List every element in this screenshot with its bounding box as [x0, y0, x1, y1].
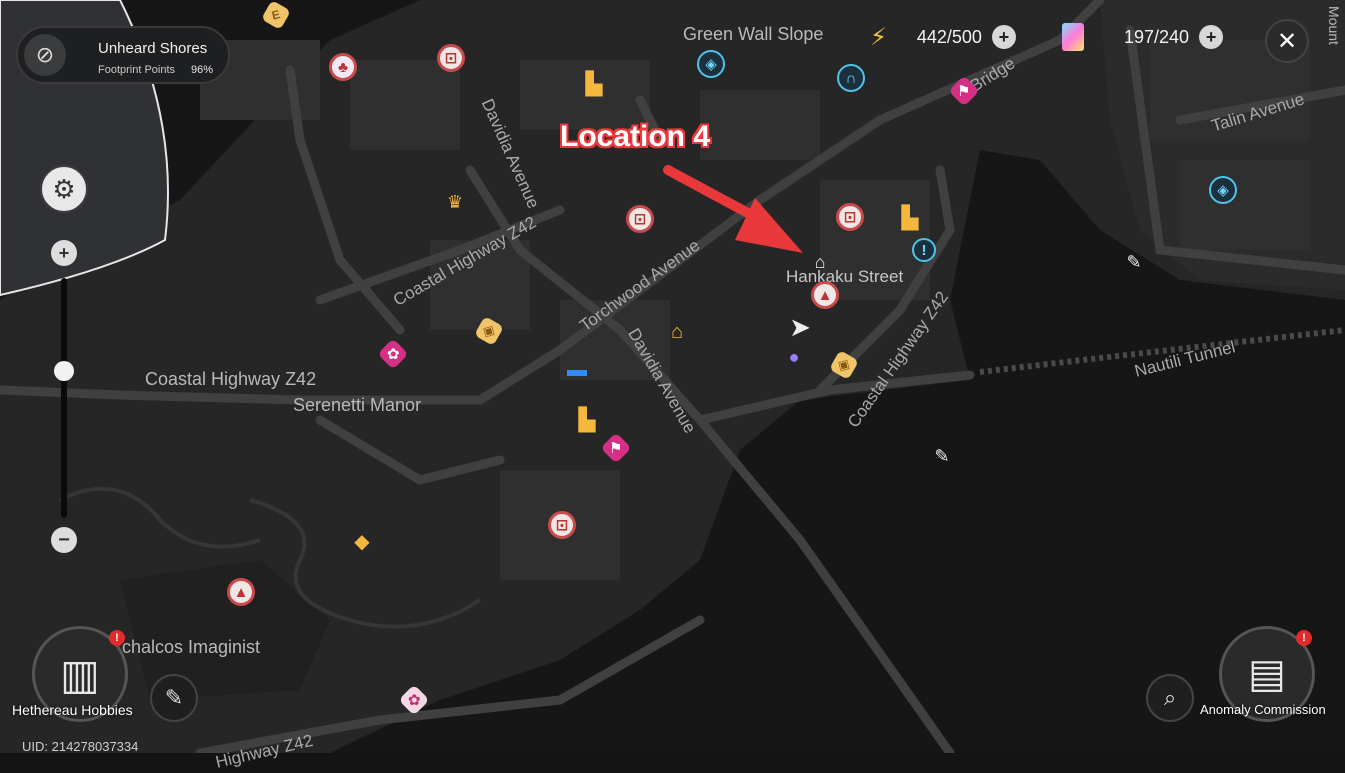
info-marker[interactable]: !: [912, 238, 936, 262]
region-percent: 96%: [191, 64, 214, 76]
place-hankaku-street: Hankaku Street: [786, 267, 904, 286]
uid-label: UID: 214278037334: [22, 739, 139, 754]
compass-icon: ⊘: [24, 34, 66, 76]
search-map-button[interactable]: ⌕: [1146, 674, 1194, 722]
crown-marker[interactable]: ♛: [441, 188, 469, 216]
rocket-marker-2[interactable]: ▲: [227, 578, 255, 606]
cards-value: 197/240: [1124, 26, 1190, 47]
bird-marker-2[interactable]: ✎: [928, 442, 956, 470]
anomaly-alert-badge: !: [1296, 630, 1312, 646]
place-chalcos: chalcos Imaginist: [122, 637, 261, 657]
shop-marker-3[interactable]: ⊡: [836, 203, 864, 231]
warehouse-marker-3[interactable]: ▙: [573, 406, 601, 434]
house-marker[interactable]: ⌂: [663, 318, 691, 346]
minus-icon: −: [58, 528, 70, 551]
warehouse-marker-2[interactable]: ▙: [896, 204, 924, 232]
bell-marker[interactable]: ◆: [348, 527, 376, 555]
shop-marker-2[interactable]: ⊡: [626, 205, 654, 233]
gear-icon: ⚙: [52, 173, 76, 204]
zoom-slider-handle[interactable]: [54, 361, 74, 381]
anomaly-commission-label: Anomaly Commission: [1200, 702, 1326, 717]
shop-marker-4[interactable]: ⊡: [548, 511, 576, 539]
hethereau-hobbies-label: Hethereau Hobbies: [12, 702, 133, 718]
hethereau-alert-badge: !: [109, 630, 125, 646]
settings-button[interactable]: ⚙: [40, 165, 88, 213]
notes-button[interactable]: ✎: [150, 674, 198, 722]
bangboo-marker[interactable]: ♣: [329, 53, 357, 81]
notes-icon: ✎: [164, 685, 184, 710]
battery-icon: ⚡: [870, 23, 887, 51]
battery-add-button[interactable]: +: [991, 25, 1016, 49]
region-subtitle: Footprint Points: [98, 64, 176, 76]
folder-icon: ▤: [1248, 652, 1286, 696]
plus-icon: +: [58, 242, 70, 263]
car-marker[interactable]: ▬: [563, 356, 591, 384]
search-icon: ⌕: [1163, 685, 1177, 710]
hollow-marker-2[interactable]: ◈: [1209, 176, 1237, 204]
player-cursor-icon: ➤: [789, 311, 811, 342]
rocket-marker[interactable]: ▲: [811, 281, 839, 309]
close-button[interactable]: ✕: [1265, 19, 1309, 63]
hollow-marker[interactable]: ◈: [697, 50, 725, 78]
buildings-icon: ▥: [60, 650, 100, 698]
zoom-out-button[interactable]: −: [51, 527, 77, 553]
annotation-label: Location 4: [560, 120, 711, 153]
close-icon: ✕: [1276, 27, 1298, 55]
place-edge-text: Mount: [1326, 6, 1342, 45]
battery-resource: ⚡ 442/500 +: [870, 20, 1016, 54]
warehouse-marker[interactable]: ▙: [580, 70, 608, 98]
place-serenetti-manor: Serenetti Manor: [293, 395, 422, 415]
place-green-wall-slope: Green Wall Slope: [683, 24, 824, 44]
crystal-ball-marker[interactable]: ●: [780, 343, 808, 371]
building-marker[interactable]: ⌂: [806, 248, 834, 276]
region-card[interactable]: ⊘ Unheard Shores Footprint Points 96%: [16, 26, 230, 84]
bird-marker[interactable]: ✎: [1120, 248, 1148, 276]
shop-marker[interactable]: ⊡: [437, 44, 465, 72]
portal-marker[interactable]: ∩: [837, 64, 865, 92]
card-pack-icon: [1062, 23, 1084, 51]
cards-add-button[interactable]: +: [1199, 25, 1224, 49]
region-title: Unheard Shores: [98, 40, 208, 57]
cards-resource: 197/240 +: [1062, 20, 1224, 54]
battery-value: 442/500: [916, 26, 982, 47]
zoom-in-button[interactable]: +: [51, 240, 77, 266]
zoom-slider-track[interactable]: [61, 278, 67, 518]
place-coastal-highway-left: Coastal Highway Z42: [145, 369, 317, 389]
